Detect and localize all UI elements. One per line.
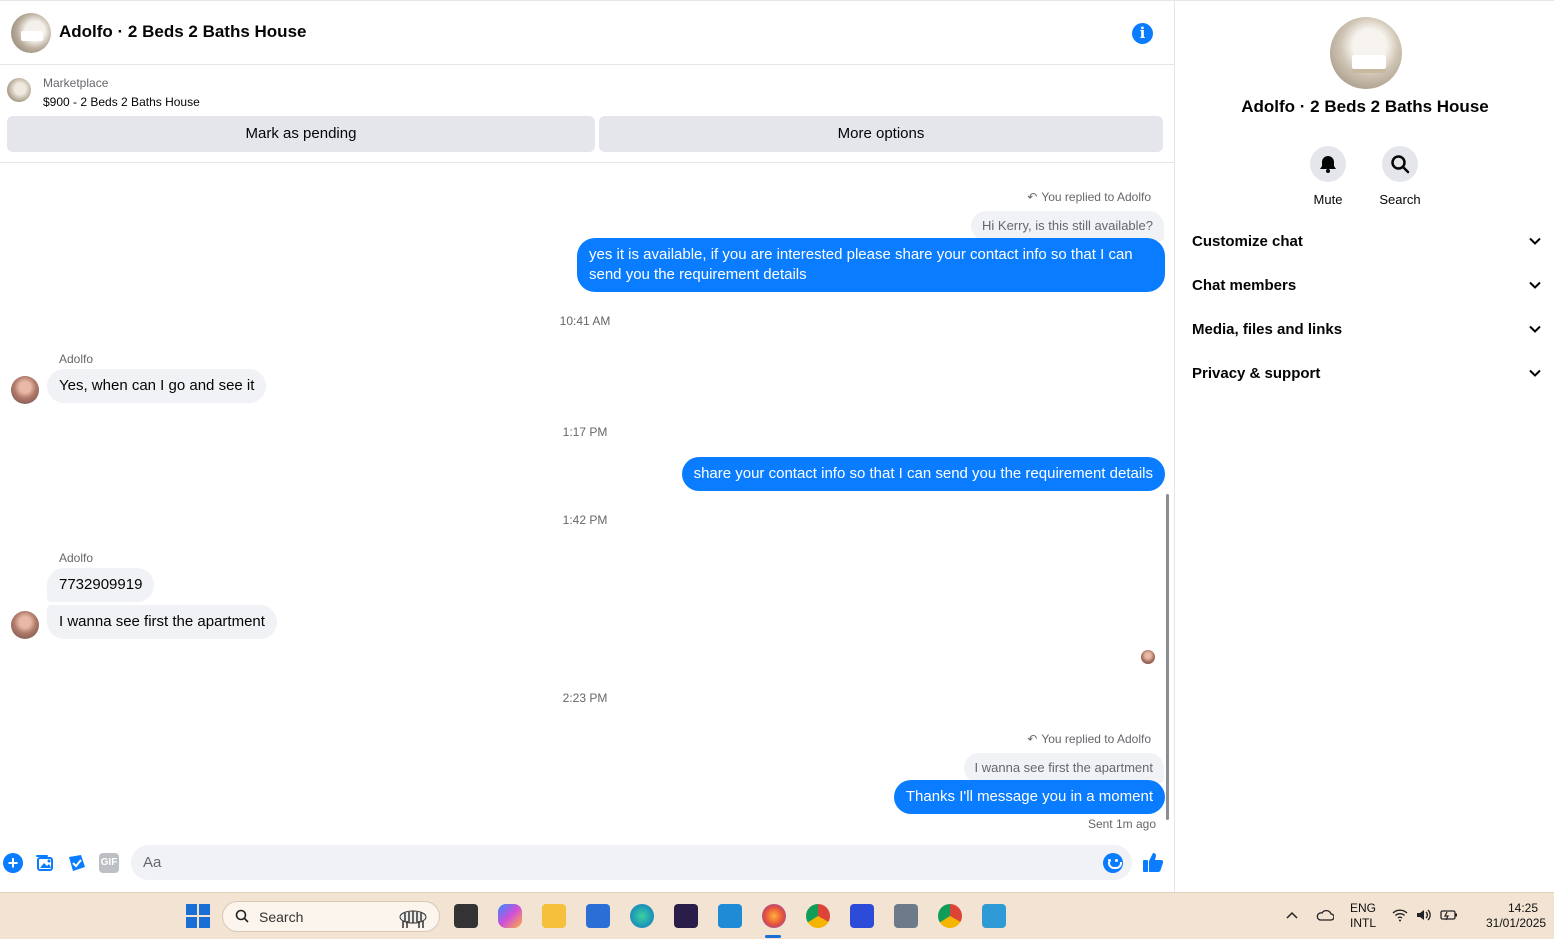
system-clock[interactable]: 14:25 31/01/2025 [1486,901,1547,931]
task-view-icon[interactable] [454,904,478,928]
taskbar-search[interactable]: Search [222,901,440,932]
sticker-icon[interactable] [67,853,87,873]
copilot-icon[interactable] [498,904,522,928]
mute-action[interactable]: Mute [1292,146,1364,207]
marketplace-listing-bar: Marketplace $900 - 2 Beds 2 Baths House … [0,66,1175,163]
active-app-indicator [765,935,781,938]
sidebar-listing-avatar[interactable] [1330,17,1402,89]
plus-icon[interactable]: + [3,853,23,873]
gif-icon[interactable]: GIF [99,853,119,873]
thread-scrollbar[interactable] [1166,494,1169,820]
chevron-down-icon [1529,281,1541,289]
seen-receipt-avatar [1141,650,1155,664]
outgoing-message[interactable]: yes it is available, if you are interest… [577,238,1165,292]
windows-start-icon[interactable] [186,904,210,928]
search-icon [235,909,249,923]
vscode-icon[interactable] [718,904,742,928]
chat-panel: Adolfo · 2 Beds 2 Baths House i Marketpl… [0,0,1175,892]
reply-indicator: ↶ You replied to Adolfo [1027,190,1151,204]
reply-indicator-text: You replied to Adolfo [1041,732,1151,746]
clock-date: 31/01/2025 [1486,916,1547,930]
firefox-icon[interactable] [762,904,786,928]
chat-title[interactable]: Adolfo · 2 Beds 2 Baths House [59,22,306,42]
sent-status: Sent 1m ago [1087,817,1156,831]
photo-icon[interactable] [35,853,55,873]
chrome-profile-icon[interactable] [938,904,962,928]
search-label: Search [1379,192,1421,207]
timestamp: 1:17 PM [562,425,608,439]
thumbs-up-icon[interactable] [1142,851,1164,873]
reply-indicator: ↶ You replied to Adolfo [1027,732,1151,746]
reply-arrow-icon: ↶ [1027,190,1038,204]
quoted-message[interactable]: I wanna see first the apartment [963,753,1164,783]
sender-name: Adolfo [59,352,94,366]
onedrive-icon[interactable] [1316,908,1334,922]
incoming-message[interactable]: Yes, when can I go and see it [47,369,267,403]
chevron-down-icon [1529,237,1541,245]
contact-avatar[interactable] [11,611,39,639]
sidebar-title: Adolfo · 2 Beds 2 Baths House [1241,97,1489,116]
chat-info-sidebar: Adolfo · 2 Beds 2 Baths House Mute Searc… [1176,1,1554,892]
timestamp: 1:42 PM [562,513,608,527]
chevron-down-icon [1529,369,1541,377]
marketplace-label: Marketplace [43,76,109,90]
section-customize-chat[interactable]: Customize chat [1192,231,1542,255]
listing-thumbnail[interactable] [7,78,31,102]
notepad-icon[interactable] [982,904,1006,928]
sender-name: Adolfo [59,551,94,565]
incoming-message[interactable]: 7732909919 [47,568,155,602]
taskbar-search-label: Search [259,909,304,925]
file-explorer-icon[interactable] [542,904,566,928]
reply-indicator-text: You replied to Adolfo [1041,190,1151,204]
chrome-icon[interactable] [806,904,830,928]
search-icon[interactable] [1382,146,1418,182]
section-media-files-links[interactable]: Media, files and links [1192,319,1542,343]
language-indicator[interactable]: ENG INTL [1350,901,1376,931]
zebra-icon [399,910,427,928]
app-icon[interactable] [850,904,874,928]
reply-arrow-icon: ↶ [1027,732,1038,746]
wifi-icon[interactable] [1392,908,1408,922]
quoted-message[interactable]: Hi Kerry, is this still available? [971,211,1164,241]
timestamp: 2:23 PM [562,691,608,705]
battery-icon[interactable] [1440,909,1458,921]
section-label: Customize chat [1192,233,1303,250]
chevron-down-icon [1529,325,1541,333]
contact-avatar[interactable] [11,376,39,404]
clock-time: 14:25 [1507,901,1538,915]
language-code: ENG [1350,901,1377,915]
chat-header: Adolfo · 2 Beds 2 Baths House i [0,1,1175,65]
messenger-app: Adolfo · 2 Beds 2 Baths House i Marketpl… [0,0,1554,892]
section-label: Media, files and links [1192,321,1343,338]
section-chat-members[interactable]: Chat members [1192,275,1542,299]
message-input[interactable] [131,845,1132,880]
message-composer: + GIF [0,840,1175,886]
search-action[interactable]: Search [1364,146,1436,207]
section-label: Privacy & support [1192,365,1321,382]
bell-icon[interactable] [1310,146,1346,182]
listing-price-title[interactable]: $900 - 2 Beds 2 Baths House [43,95,200,109]
volume-icon[interactable] [1416,908,1432,922]
incoming-message[interactable]: I wanna see first the apartment [47,605,277,639]
outgoing-message[interactable]: Thanks I'll message you in a moment [893,780,1165,814]
windows-taskbar: Search ENG INTL 14:25 31/01/2025 [0,892,1554,939]
visual-studio-icon[interactable] [674,904,698,928]
emoji-icon[interactable] [1103,853,1123,873]
mark-as-pending-button[interactable]: Mark as pending [7,116,595,152]
microsoft-store-icon[interactable] [586,904,610,928]
listing-avatar[interactable] [11,13,51,53]
info-icon[interactable]: i [1132,23,1153,44]
app-icon[interactable] [894,904,918,928]
section-privacy-support[interactable]: Privacy & support [1192,363,1542,387]
chevron-up-icon[interactable] [1286,910,1298,920]
mute-label: Mute [1313,192,1343,207]
timestamp: 10:41 AM [559,314,611,328]
outgoing-message[interactable]: share your contact info so that I can se… [681,457,1165,491]
keyboard-layout: INTL [1350,916,1377,930]
message-thread[interactable]: ↶ You replied to Adolfo Hi Kerry, is this… [0,164,1175,838]
more-options-button[interactable]: More options [599,116,1163,152]
edge-icon[interactable] [630,904,654,928]
section-label: Chat members [1192,277,1297,294]
